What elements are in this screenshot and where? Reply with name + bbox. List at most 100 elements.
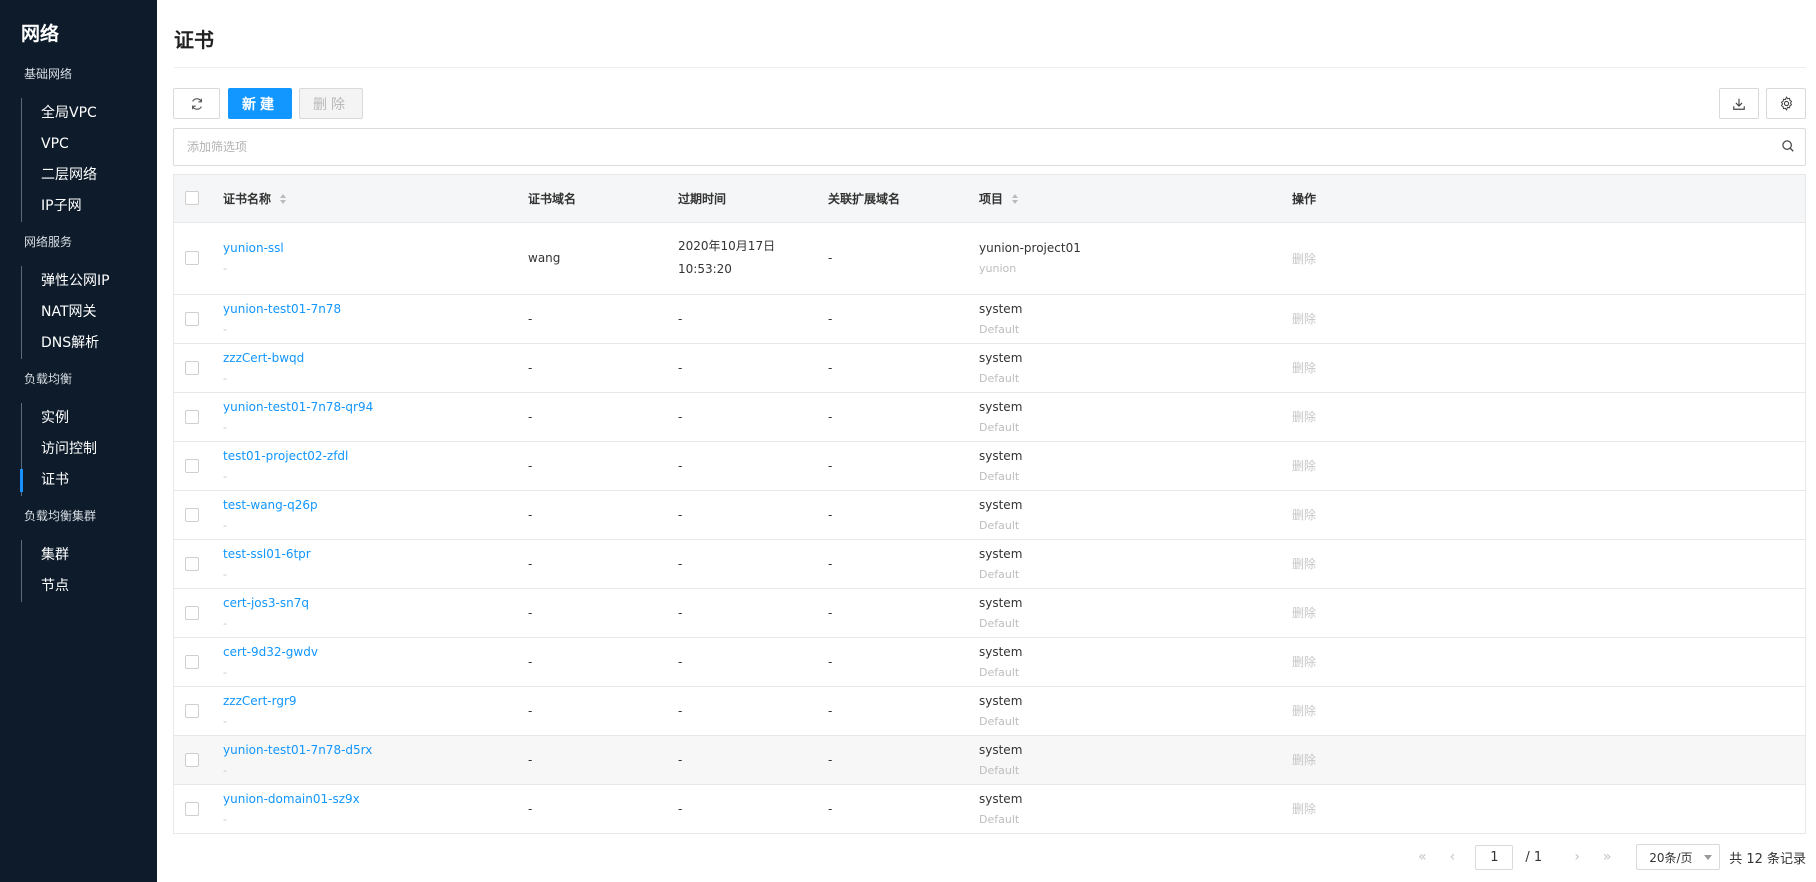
ext-domain: - [828, 735, 979, 785]
row-checkbox[interactable] [185, 507, 199, 522]
ext-domain: - [828, 637, 979, 687]
expire-time: - [678, 605, 683, 620]
create-button[interactable]: 新建 [228, 88, 292, 119]
delete-row-button[interactable]: 删除 [1292, 753, 1316, 767]
row-checkbox[interactable] [185, 801, 199, 816]
delete-row-button[interactable]: 删除 [1292, 655, 1316, 669]
sidebar-item-l2-network[interactable]: 二层网络 [22, 160, 157, 191]
search-icon[interactable] [1781, 139, 1795, 157]
project-domain: Default [979, 371, 1020, 385]
certificate-name-link[interactable]: test-wang-q26p [223, 498, 528, 512]
sidebar-item-cluster[interactable]: 集群 [22, 540, 157, 571]
delete-row-button[interactable]: 删除 [1292, 410, 1316, 424]
delete-row-button[interactable]: 删除 [1292, 802, 1316, 816]
delete-row-button[interactable]: 删除 [1292, 252, 1316, 266]
column-header-name[interactable]: 证书名称 [223, 175, 528, 223]
expire-time: 2020年10月17日 10:53:20 [678, 239, 776, 276]
prev-page-icon[interactable]: ‹ [1437, 849, 1467, 865]
first-page-icon[interactable]: « [1407, 849, 1437, 865]
sidebar-item-ip-subnet[interactable]: IP子网 [22, 191, 157, 222]
row-checkbox[interactable] [185, 752, 199, 767]
refresh-button[interactable] [173, 88, 220, 119]
filter-input[interactable] [174, 129, 1765, 165]
certificate-domain: wang [528, 222, 678, 295]
delete-row-button[interactable]: 删除 [1292, 557, 1316, 571]
next-page-icon[interactable]: › [1562, 849, 1592, 865]
column-header-project[interactable]: 项目 [979, 175, 1292, 223]
row-checkbox[interactable] [185, 556, 199, 571]
sidebar-title: 网络 [21, 23, 60, 45]
ext-domain: - [828, 294, 979, 344]
ext-domain: - [828, 588, 979, 638]
certificate-name-link[interactable]: cert-9d32-gwdv [223, 645, 528, 659]
pagination: « ‹ / 1 › » 20条/页 共 12 条记录 [1407, 844, 1806, 870]
row-checkbox[interactable] [185, 360, 199, 375]
page-size-select[interactable]: 20条/页 [1636, 844, 1721, 870]
certificate-name-link[interactable]: yunion-test01-7n78-qr94 [223, 400, 528, 414]
sidebar-item-nat[interactable]: NAT网关 [22, 297, 157, 328]
project-name: system [979, 448, 1023, 463]
certificate-name-link[interactable]: test01-project02-zfdl [223, 449, 528, 463]
sidebar-item-global-vpc[interactable]: 全局VPC [22, 98, 157, 129]
row-checkbox[interactable] [185, 703, 199, 718]
download-icon [1733, 98, 1745, 110]
delete-row-button[interactable]: 删除 [1292, 508, 1316, 522]
row-checkbox[interactable] [185, 251, 199, 265]
ext-domain: - [828, 539, 979, 589]
certificate-name-link[interactable]: test-ssl01-6tpr [223, 547, 528, 561]
expire-time: - [678, 311, 683, 326]
delete-row-button[interactable]: 删除 [1292, 361, 1316, 375]
delete-row-button[interactable]: 删除 [1292, 459, 1316, 473]
certificate-name-link[interactable]: zzzCert-rgr9 [223, 694, 528, 708]
project-name: system [979, 497, 1023, 512]
sidebar-group-title: 负载均衡 [24, 372, 73, 386]
row-checkbox[interactable] [185, 409, 199, 424]
delete-button[interactable]: 删除 [299, 88, 363, 119]
export-button[interactable] [1719, 88, 1759, 119]
toolbar: 新建 删除 [173, 88, 1806, 119]
sidebar-item-vpc[interactable]: VPC [22, 129, 157, 160]
table-header-row: 证书名称 证书域名 过期时间 关联扩展域名 项目 操作 [174, 175, 1805, 223]
delete-row-button[interactable]: 删除 [1292, 704, 1316, 718]
sidebar-item-acl[interactable]: 访问控制 [22, 434, 157, 465]
project-domain: Default [979, 518, 1020, 532]
project-domain: Default [979, 420, 1020, 434]
delete-row-button[interactable]: 删除 [1292, 312, 1316, 326]
project-domain: Default [979, 812, 1020, 826]
row-checkbox[interactable] [185, 605, 199, 620]
sidebar-item-dns[interactable]: DNS解析 [22, 328, 157, 359]
certificate-name-link[interactable]: yunion-ssl [223, 241, 528, 255]
sidebar-item-eip[interactable]: 弹性公网IP [22, 266, 157, 297]
sidebar-item-certificate[interactable]: 证书 [20, 465, 157, 496]
certificate-name-link[interactable]: yunion-test01-7n78-d5rx [223, 743, 528, 757]
select-all-checkbox[interactable] [185, 191, 199, 206]
certificate-name-link[interactable]: yunion-domain01-sz9x [223, 792, 528, 806]
certificate-remark: - [223, 714, 227, 728]
certificate-domain: - [528, 441, 678, 491]
page-number-input[interactable] [1475, 844, 1514, 870]
table-row: yunion-test01-7n78- - - - system Default 删除 [174, 294, 1805, 344]
expire-time: - [678, 654, 683, 669]
total-records: 共 12 条记录 [1729, 851, 1806, 867]
expire-time: - [678, 507, 683, 522]
caret-down-icon [1704, 855, 1713, 860]
settings-button[interactable] [1766, 88, 1806, 119]
ext-domain: - [828, 490, 979, 540]
expire-time: - [678, 703, 683, 718]
row-checkbox[interactable] [185, 311, 199, 326]
certificate-name-link[interactable]: cert-jos3-sn7q [223, 596, 528, 610]
table-row: test-ssl01-6tpr - - - - system Default 删除 [174, 539, 1805, 589]
delete-row-button[interactable]: 删除 [1292, 606, 1316, 620]
last-page-icon[interactable]: » [1592, 849, 1622, 865]
certificate-domain: - [528, 588, 678, 638]
page-size-value: 20条/页 [1649, 850, 1693, 865]
certificate-name-link[interactable]: yunion-test01-7n78 [223, 302, 528, 316]
sidebar-item-node[interactable]: 节点 [22, 571, 157, 602]
refresh-icon [191, 97, 202, 110]
row-checkbox[interactable] [185, 654, 199, 669]
row-checkbox[interactable] [185, 458, 199, 473]
certificate-domain: - [528, 637, 678, 687]
certificate-name-link[interactable]: zzzCert-bwqd [223, 351, 528, 365]
sidebar-item-lb-instance[interactable]: 实例 [22, 403, 157, 434]
project-domain: Default [979, 616, 1020, 630]
